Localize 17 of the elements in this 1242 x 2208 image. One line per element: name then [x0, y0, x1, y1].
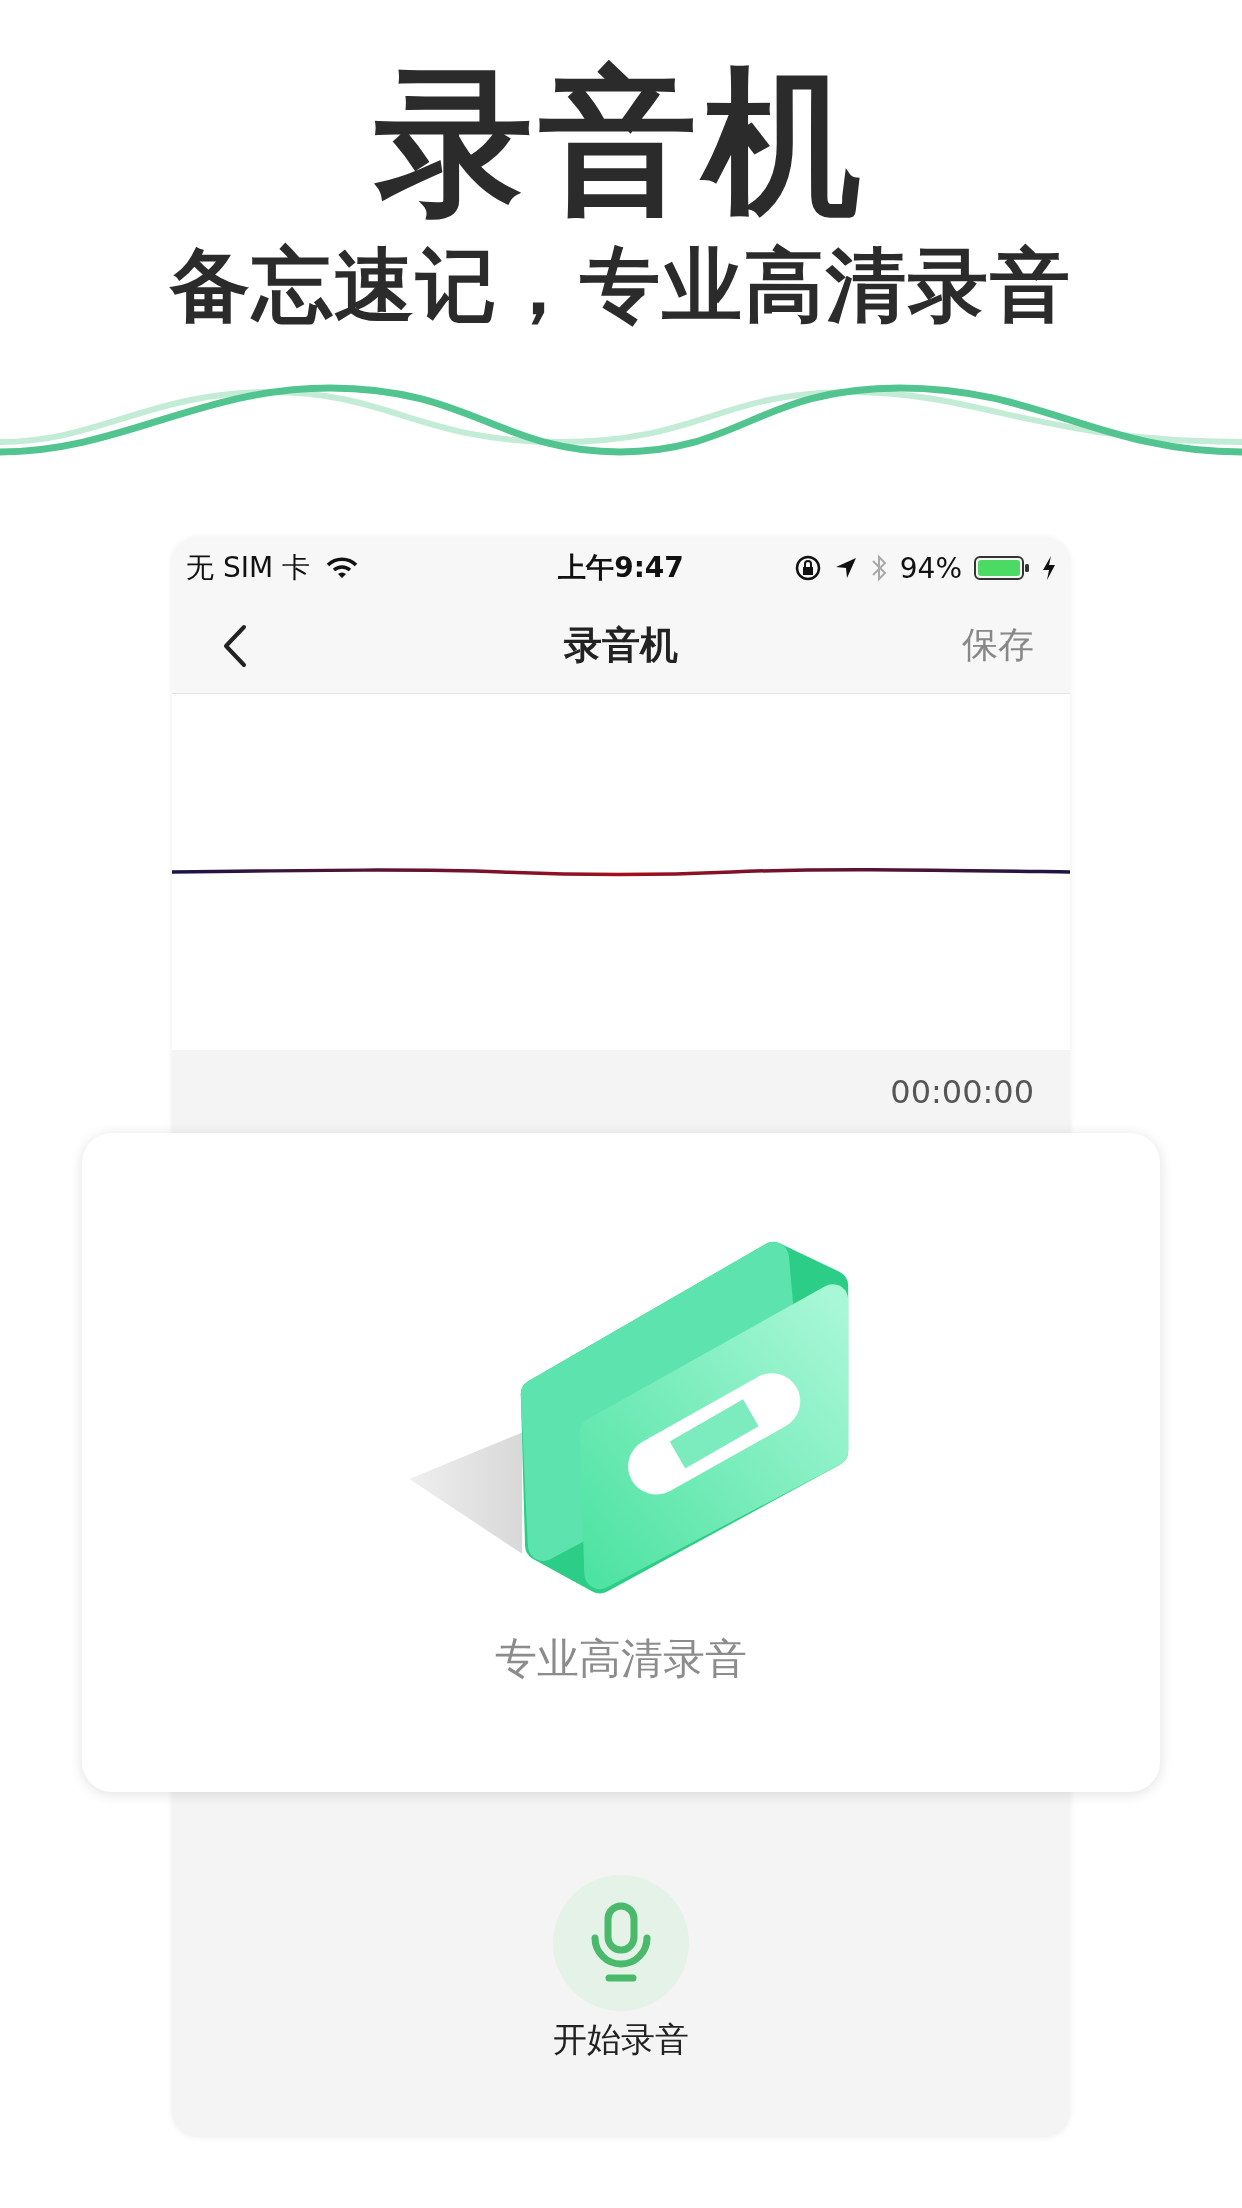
tagline: 备忘速记，专业高清录音: [170, 238, 1072, 334]
rotation-lock-icon: [793, 554, 822, 582]
wifi-icon: [326, 556, 358, 580]
headline: 录音机: [375, 52, 867, 232]
battery-icon: [974, 555, 1030, 581]
carrier-label: 无 SIM 卡: [186, 550, 310, 586]
microphone-icon: [589, 1902, 653, 1984]
charging-bolt-icon: [1042, 555, 1056, 581]
bluetooth-icon: [869, 553, 888, 583]
back-icon: [222, 623, 248, 668]
elapsed-time: 00:00:00: [890, 1073, 1034, 1111]
clock-label: 上午9:47: [558, 550, 684, 586]
battery-percent: 94%: [899, 551, 962, 585]
record-label: 开始录音: [553, 2018, 689, 2061]
feature-caption: 专业高清录音: [495, 1633, 747, 1685]
screen-title: 录音机: [564, 622, 678, 669]
save-button[interactable]: 保存: [962, 621, 1034, 670]
